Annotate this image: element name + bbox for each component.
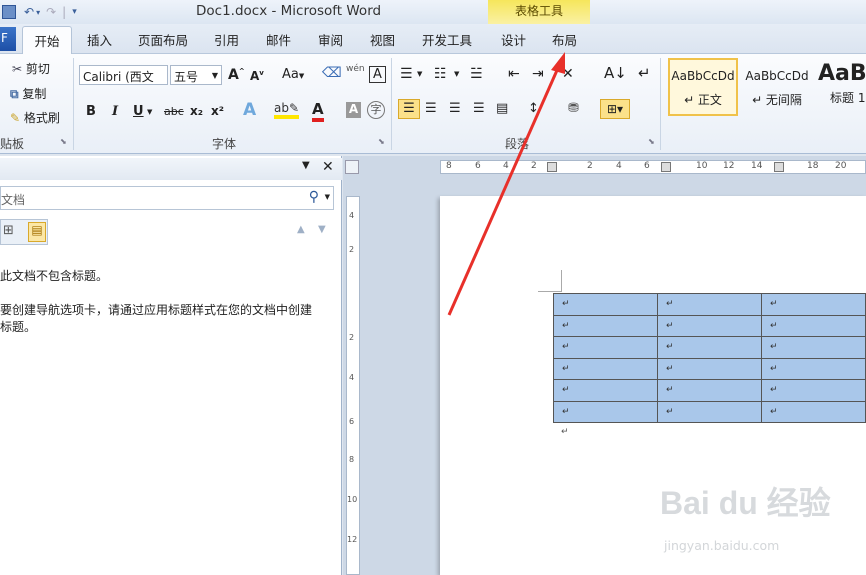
- watermark-url: jingyan.baidu.com: [664, 538, 780, 553]
- watermark-logo: Bai du 经验: [660, 485, 831, 521]
- arrow-head: [551, 52, 565, 74]
- arrow-line: [447, 67, 560, 316]
